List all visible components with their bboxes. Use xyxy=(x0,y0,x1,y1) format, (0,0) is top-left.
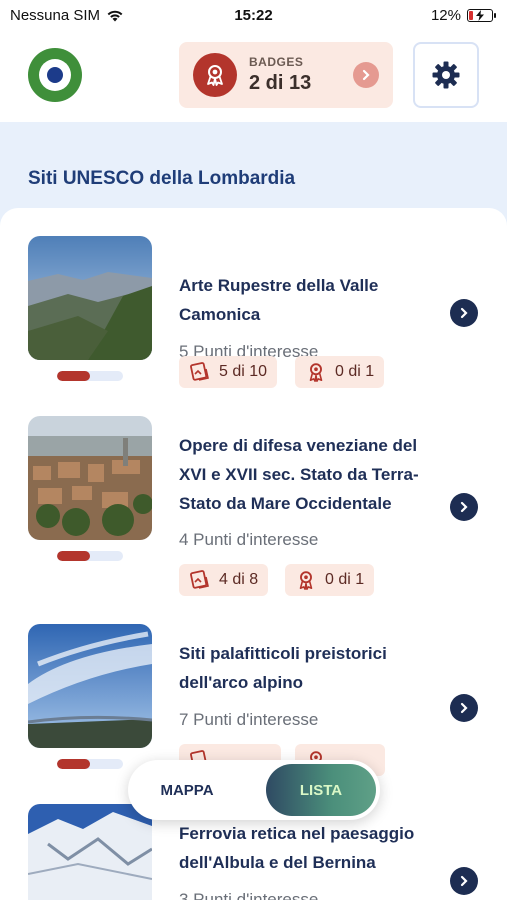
site-thumbnail[interactable] xyxy=(28,416,152,540)
carrier-label: Nessuna SIM xyxy=(10,6,101,24)
site-title: Opere di difesa veneziane del XVI e XVII… xyxy=(179,431,441,518)
badge-small-icon xyxy=(309,363,323,382)
badges-title: BADGES xyxy=(249,55,304,69)
site-subtitle: 4 Punti d'interesse xyxy=(179,530,319,549)
wifi-icon xyxy=(107,10,123,22)
list-tab[interactable]: LISTA xyxy=(266,764,376,816)
site-title-line: Arte Rupestre della Valle xyxy=(179,276,379,295)
view-toggle[interactable]: MAPPA LISTA xyxy=(128,760,380,820)
photos-count: 5 di 10 xyxy=(219,363,268,380)
site-title-line: Stato da Mare Occidentale xyxy=(179,494,392,513)
progress-bar xyxy=(57,551,123,561)
site-subtitle: 3 Punti d'interesse xyxy=(179,890,319,900)
photos-count: 4 di 8 xyxy=(219,571,259,588)
site-title: Siti palafitticoli preistorici dell'arco… xyxy=(179,639,441,697)
chevron-right-icon[interactable] xyxy=(450,867,478,895)
chevron-right-icon[interactable] xyxy=(450,299,478,327)
badges-card[interactable]: BADGES 2 di 13 xyxy=(179,42,393,108)
site-thumbnail[interactable] xyxy=(28,236,152,360)
section-title: Siti UNESCO della Lombardia xyxy=(28,168,296,189)
site-title-line: XVI e XVII sec. Stato da Terra- xyxy=(179,465,419,484)
site-thumbnail[interactable] xyxy=(28,624,152,748)
photo-icon xyxy=(190,570,209,589)
progress-fill xyxy=(57,371,90,381)
site-title-line: Camonica xyxy=(179,305,261,324)
status-right: 12% xyxy=(430,6,496,24)
settings-button[interactable] xyxy=(413,42,479,108)
chevron-right-icon[interactable] xyxy=(450,694,478,722)
progress-bar xyxy=(57,371,123,381)
status-left: Nessuna SIM xyxy=(10,7,124,24)
badges-count: 0 di 1 xyxy=(325,571,365,588)
gear-icon xyxy=(432,61,460,89)
badges-count: 2 di 13 xyxy=(249,72,312,94)
site-subtitle: 7 Punti d'interesse xyxy=(179,710,319,729)
site-title-line: Siti palafitticoli preistorici xyxy=(179,644,387,663)
progress-fill xyxy=(57,759,90,769)
app-logo[interactable] xyxy=(28,48,82,102)
status-bar: Nessuna SIM 15:22 12% xyxy=(0,0,507,30)
photos-chip: 4 di 8 xyxy=(179,564,269,596)
badges-count: 0 di 1 xyxy=(335,363,375,380)
battery-icon xyxy=(467,8,496,22)
badge-icon xyxy=(193,53,237,97)
site-title: Arte Rupestre della Valle Camonica xyxy=(179,271,441,329)
chevron-right-icon[interactable] xyxy=(450,493,478,521)
badges-chip: 0 di 1 xyxy=(295,356,385,388)
photo-icon xyxy=(190,362,209,381)
site-title-line: dell'Albula e del Bernina xyxy=(179,853,376,872)
badges-chip: 0 di 1 xyxy=(285,564,375,596)
site-title-line: Ferrovia retica nel paesaggio xyxy=(179,824,415,843)
app-header: BADGES 2 di 13 xyxy=(0,30,507,122)
badges-text: BADGES 2 di 13 xyxy=(249,55,353,95)
site-title: Ferrovia retica nel paesaggio dell'Albul… xyxy=(179,819,441,877)
progress-fill xyxy=(57,551,90,561)
site-title-line: dell'arco alpino xyxy=(179,673,304,692)
site-title-line: Opere di difesa veneziane del xyxy=(179,436,418,455)
map-tab[interactable]: MAPPA xyxy=(128,760,246,820)
photos-chip: 5 di 10 xyxy=(179,356,278,388)
badge-small-icon xyxy=(299,571,313,590)
progress-bar xyxy=(57,759,123,769)
battery-percent: 12% xyxy=(430,6,461,24)
chevron-right-icon xyxy=(353,62,379,88)
